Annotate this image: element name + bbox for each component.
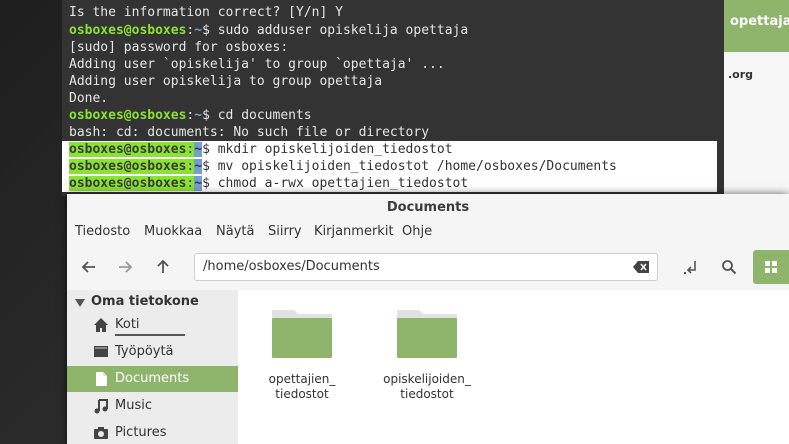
menu-file[interactable]: Tiedosto [75,224,130,239]
menu-go[interactable]: Siirry [268,224,302,239]
folder-name-line: tiedostot [400,387,454,401]
background-heading: opettaja [730,14,789,29]
sidebar-heading: Oma tietokone [91,294,199,309]
folder-icon [397,310,457,358]
prompt-user: osboxes@osboxes [69,159,187,174]
prompt-user: osboxes@osboxes [69,108,187,123]
window-title: Documents [386,200,470,215]
folder-name: opiskelijoiden_ tiedostot [372,372,482,402]
expand-triangle-icon[interactable] [75,299,85,307]
camera-icon [94,427,108,439]
location-path: /home/osboxes/Documents [203,259,380,274]
file-manager-window[interactable]: Documents Tiedosto Muokkaa Näytä Siirry … [67,194,789,444]
menu-view[interactable]: Näytä [216,224,254,239]
prompt-user: osboxes@osboxes [69,142,187,157]
sidebar-item-label: Music [115,398,152,413]
document-icon [96,372,107,386]
terminal-output-line: Adding user opiskelija to group opettaja [69,74,383,89]
terminal-command-line: osboxes@osboxes:~$ chmod a-rwx opettajie… [69,175,468,192]
arrow-left-icon [81,261,95,273]
sidebar-item-desktop[interactable]: Työpöytä [67,339,238,365]
sidebar-item-label: Työpöytä [115,344,174,359]
home-icon [94,318,108,332]
prompt-command: $ mkdir opiskelijoiden_tiedostot [202,142,453,157]
clear-icon[interactable] [633,261,649,273]
folder-icon [272,310,332,358]
prompt-command: $ mv opiskelijoiden_tiedostot /home/osbo… [202,159,617,174]
menu-edit[interactable]: Muokkaa [144,224,202,239]
sidebar-item-music[interactable]: Music [67,393,238,419]
terminal-window[interactable]: Is the information correct? [Y/n] Y osbo… [62,0,724,196]
sidebar-item-label: Pictures [115,425,167,440]
disk-usage-bar [115,334,185,336]
music-icon [94,399,108,414]
sidebar-item-home[interactable]: Koti [67,312,238,338]
prompt-command: $ cd documents [202,108,312,123]
folder-item[interactable]: opiskelijoiden_ tiedostot [372,290,482,410]
background-browser-window[interactable]: opettaja .org [724,0,789,200]
prompt-path: ~ [194,142,203,157]
terminal-output-line: bash: cd: documents: No such file or dir… [69,125,430,140]
back-button[interactable] [73,252,105,282]
prompt-user: osboxes@osboxes [69,23,187,38]
folder-name-line: opiskelijoiden_ [383,372,471,386]
prompt-command: $ chmod a-rwx opettajien_tiedostot [202,176,469,191]
sidebar-item-documents[interactable]: Documents [67,366,238,392]
location-bar[interactable]: /home/osboxes/Documents [194,253,658,281]
folder-name-line: opettajien_ [268,372,336,386]
terminal-command-line: osboxes@osboxes:~$ mkdir opiskelijoiden_… [69,141,453,158]
search-icon [722,260,737,275]
menu-help[interactable]: Ohje [402,224,432,239]
background-link[interactable]: .org [728,68,753,81]
folder-name: opettajien_ tiedostot [247,372,357,402]
prompt-path: ~ [194,23,203,38]
terminal-output-line: Is the information correct? [Y/n] Y [69,5,343,20]
sidebar-item-label: Koti [115,317,140,332]
folder-name-line: tiedostot [275,387,329,401]
menu-bookmarks[interactable]: Kirjanmerkit [314,224,394,239]
terminal-output-line: Adding user `opiskelija' to group `opett… [69,57,445,72]
grid-view-icon [765,261,777,273]
terminal-output-line: [sudo] password for osboxes: [69,40,289,55]
prompt-path: ~ [194,176,203,191]
prompt-path: ~ [194,108,203,123]
toolbar: /home/osboxes/Documents [67,246,789,288]
up-button[interactable] [147,252,179,282]
arrow-right-icon [119,261,133,273]
forward-button[interactable] [109,252,141,282]
desktop-icon [94,346,108,357]
arrow-up-icon [157,259,169,273]
prompt-command: $ sudo adduser opiskelija opettaja [202,23,469,38]
sidebar: Oma tietokone Koti Työpöytä Documents Mu… [67,290,238,444]
toggle-location-icon [684,261,696,274]
prompt-user: osboxes@osboxes [69,176,187,191]
sidebar-item-label: Documents [115,371,190,386]
toggle-location-button[interactable] [676,252,708,282]
file-view[interactable]: opettajien_ tiedostot opiskelijoiden_ tied… [238,290,789,444]
terminal-command-line: osboxes@osboxes:~$ sudo adduser opiskeli… [69,22,468,39]
icon-view-button[interactable] [753,250,789,284]
folder-item[interactable]: opettajien_ tiedostot [247,290,357,410]
menu-bar: Tiedosto Muokkaa Näytä Siirry Kirjanmerk… [67,222,789,244]
search-button[interactable] [713,252,745,282]
terminal-command-line: osboxes@osboxes:~$ cd documents [69,107,312,124]
sidebar-item-pictures[interactable]: Pictures [67,420,238,444]
prompt-path: ~ [194,159,203,174]
terminal-command-line: osboxes@osboxes:~$ mv opiskelijoiden_tie… [69,158,617,175]
terminal-output-line: Done. [69,91,109,106]
